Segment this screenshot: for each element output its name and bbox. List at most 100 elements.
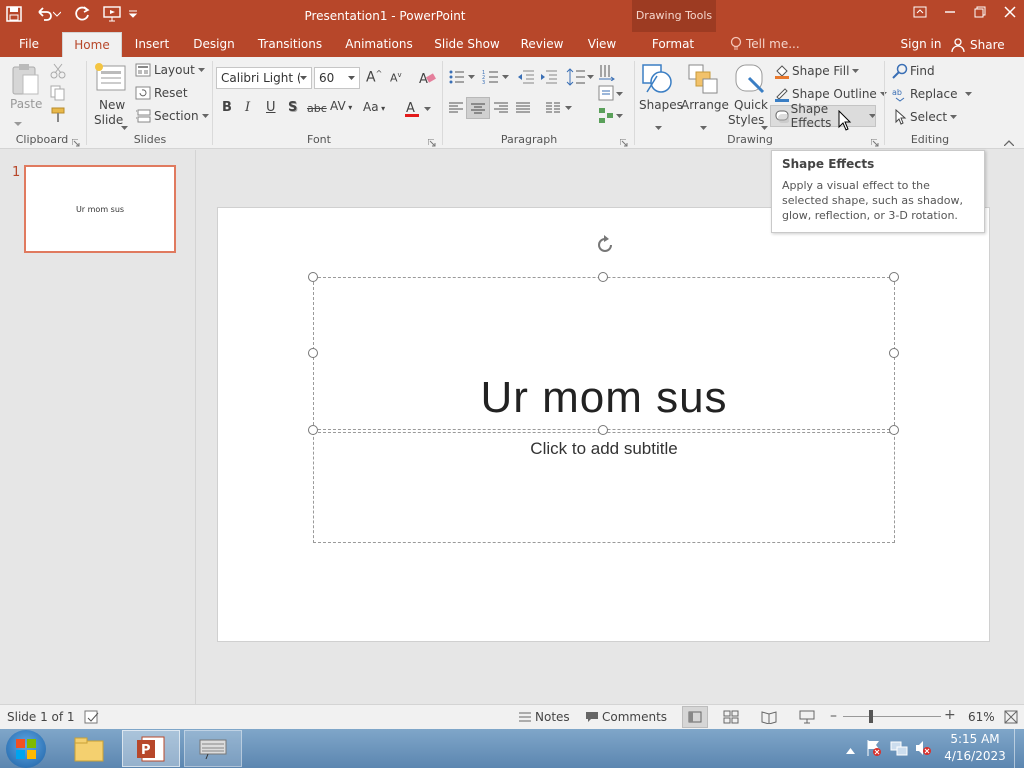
normal-view-icon[interactable] xyxy=(682,706,708,728)
action-center-flag-icon[interactable] xyxy=(866,739,882,757)
slide-thumbnail[interactable]: Ur mom sus xyxy=(24,165,176,253)
clipboard-launcher-icon[interactable] xyxy=(71,136,82,147)
font-name-combo[interactable]: Calibri Light (H xyxy=(216,67,312,89)
resize-handle-bottom[interactable] xyxy=(598,425,608,435)
shape-effects-button[interactable]: Shape Effects xyxy=(770,102,876,130)
clock-date[interactable]: 4/16/2023 xyxy=(940,749,1010,763)
file-explorer-taskbar-icon[interactable] xyxy=(66,731,112,766)
section-button[interactable]: Section xyxy=(135,109,209,123)
arrange-icon[interactable] xyxy=(686,62,720,96)
zoom-slider-thumb[interactable] xyxy=(869,710,873,723)
tab-insert[interactable]: Insert xyxy=(128,32,176,57)
layout-button[interactable]: Layout xyxy=(135,63,205,77)
tell-me-search[interactable]: Tell me... xyxy=(746,32,806,57)
subtitle-placeholder[interactable]: Click to add subtitle xyxy=(313,432,895,543)
font-launcher-icon[interactable] xyxy=(427,136,438,147)
numbering-icon[interactable]: 123 xyxy=(482,69,510,86)
align-text-icon[interactable] xyxy=(598,85,624,103)
resize-handle-top-left[interactable] xyxy=(308,272,318,282)
show-desktop-button[interactable] xyxy=(1014,729,1024,768)
resize-handle-right[interactable] xyxy=(889,348,899,358)
convert-to-smartart-icon[interactable] xyxy=(598,107,624,125)
decrease-font-size-icon[interactable]: Av xyxy=(390,71,406,89)
rotate-handle-icon[interactable] xyxy=(594,234,616,256)
tab-transitions[interactable]: Transitions xyxy=(252,32,328,57)
select-button[interactable]: Select xyxy=(892,109,958,125)
arrange-dropdown-icon[interactable] xyxy=(700,119,708,130)
shapes-icon[interactable] xyxy=(641,62,675,96)
zoom-in-icon[interactable]: + xyxy=(944,707,956,723)
zoom-out-icon[interactable]: – xyxy=(830,708,840,724)
tab-animations[interactable]: Animations xyxy=(340,32,418,57)
network-icon[interactable] xyxy=(890,739,908,757)
tab-view[interactable]: View xyxy=(580,32,624,57)
new-slide-button-line2[interactable]: Slide xyxy=(94,113,123,127)
comments-button[interactable]: Comments xyxy=(585,710,667,724)
tab-review[interactable]: Review xyxy=(516,32,568,57)
new-slide-button-line1[interactable]: New xyxy=(99,98,125,112)
on-screen-keyboard-taskbar-icon[interactable] xyxy=(184,730,242,767)
spelling-check-icon[interactable] xyxy=(84,709,100,725)
minimize-icon[interactable] xyxy=(935,0,965,24)
resize-handle-left[interactable] xyxy=(308,348,318,358)
fit-slide-icon[interactable] xyxy=(1003,709,1019,725)
drawing-launcher-icon[interactable] xyxy=(870,136,881,147)
slide-show-icon[interactable] xyxy=(799,710,815,724)
align-center-icon[interactable] xyxy=(466,97,490,119)
title-placeholder[interactable]: Ur mom sus xyxy=(313,277,895,430)
underline-icon[interactable]: U xyxy=(266,100,280,115)
shapes-dropdown-icon[interactable] xyxy=(655,119,663,130)
bold-icon[interactable]: B xyxy=(222,100,236,115)
line-spacing-icon[interactable] xyxy=(566,67,594,87)
paste-icon[interactable] xyxy=(10,62,42,98)
paragraph-launcher-icon[interactable] xyxy=(619,136,630,147)
shadow-icon[interactable]: S xyxy=(288,100,302,115)
decrease-indent-icon[interactable] xyxy=(517,69,535,85)
cut-icon[interactable] xyxy=(50,63,66,79)
restore-icon[interactable] xyxy=(965,0,995,24)
tab-format[interactable]: Format xyxy=(642,32,704,57)
tab-design[interactable]: Design xyxy=(188,32,240,57)
quick-styles-icon[interactable] xyxy=(733,62,767,96)
new-slide-dropdown-icon[interactable] xyxy=(121,119,129,130)
increase-font-size-icon[interactable]: A^ xyxy=(366,69,382,87)
text-direction-icon[interactable] xyxy=(598,63,618,82)
format-painter-icon[interactable] xyxy=(50,107,66,123)
zoom-slider[interactable] xyxy=(843,716,941,717)
tab-home[interactable]: Home xyxy=(62,32,122,57)
subtitle-text[interactable]: Click to add subtitle xyxy=(530,439,677,542)
paste-dropdown-icon[interactable] xyxy=(14,116,24,126)
collapse-ribbon-icon[interactable] xyxy=(1003,135,1016,147)
share-button[interactable]: Share xyxy=(950,32,1020,57)
resize-handle-top[interactable] xyxy=(598,272,608,282)
align-right-icon[interactable] xyxy=(493,101,509,115)
italic-icon[interactable]: I xyxy=(245,100,259,115)
justify-icon[interactable] xyxy=(515,101,531,115)
quick-styles-dropdown-icon[interactable] xyxy=(761,119,769,130)
clock-time[interactable]: 5:15 AM xyxy=(940,732,1010,746)
powerpoint-taskbar-icon[interactable]: P xyxy=(122,730,180,767)
arrange-button[interactable]: Arrange xyxy=(681,98,729,112)
copy-icon[interactable] xyxy=(50,85,68,101)
resize-handle-top-right[interactable] xyxy=(889,272,899,282)
slide-title[interactable]: Ur mom sus xyxy=(480,373,727,423)
quick-styles-line2[interactable]: Styles xyxy=(728,113,764,127)
start-button[interactable] xyxy=(6,730,46,768)
volume-muted-icon[interactable] xyxy=(914,739,932,757)
reading-view-icon[interactable] xyxy=(761,710,777,725)
columns-icon[interactable] xyxy=(545,101,573,115)
character-spacing-icon[interactable]: AV ▾ xyxy=(330,99,356,113)
reset-button[interactable]: Reset xyxy=(135,86,188,100)
tab-slide-show[interactable]: Slide Show xyxy=(430,32,504,57)
sign-in-link[interactable]: Sign in xyxy=(898,32,944,57)
font-size-combo[interactable]: 60 xyxy=(314,67,360,89)
paste-button[interactable]: Paste xyxy=(10,97,42,111)
notes-button[interactable]: Notes xyxy=(518,710,570,724)
increase-indent-icon[interactable] xyxy=(540,69,558,85)
shape-fill-button[interactable]: Shape Fill xyxy=(774,63,860,79)
resize-handle-bottom-left[interactable] xyxy=(308,425,318,435)
new-slide-icon[interactable] xyxy=(94,62,128,94)
font-color-icon[interactable]: A xyxy=(404,98,432,120)
ribbon-display-options-icon[interactable] xyxy=(905,0,935,24)
close-icon[interactable] xyxy=(995,0,1024,24)
